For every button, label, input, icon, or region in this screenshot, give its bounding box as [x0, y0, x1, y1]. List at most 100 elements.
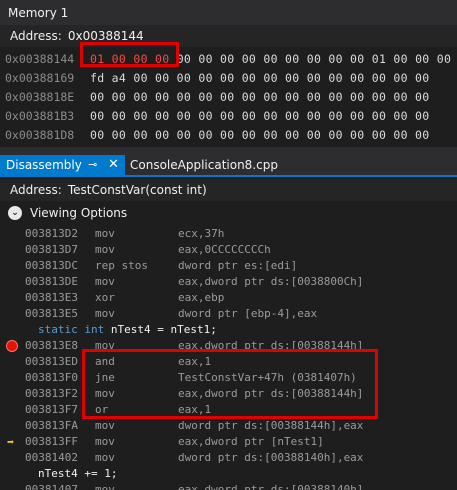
asm-opcode: mov: [95, 387, 115, 400]
close-icon[interactable]: ✕: [108, 155, 119, 175]
memory-row: 0x00388169 fd a4 00 00 00 00 00 00 00 00 …: [0, 69, 457, 88]
asm-address: 003813E3: [25, 291, 78, 304]
memory-title-label: Memory 1: [8, 6, 69, 20]
chevron-down-icon: ⌄: [8, 206, 22, 220]
memory-grid[interactable]: 0x00388144 01 00 00 00 00 00 00 00 00 00 …: [0, 47, 457, 147]
viewing-options-label: Viewing Options: [30, 206, 128, 220]
source-line: static int nTest4 = nTest1;: [0, 322, 457, 338]
asm-address: 003813F0: [25, 371, 78, 384]
asm-operands: eax,1: [178, 355, 212, 368]
asm-line: 003813DE mov eax,dword ptr ds:[0038800Ch]: [0, 274, 457, 290]
asm-address: 003813FF: [25, 435, 78, 448]
memory-row-address: 0x003881D8: [5, 128, 75, 142]
disassembly-code[interactable]: 003813D2 mov ecx,37h 003813D7 mov eax,0CCCCCC…: [0, 225, 457, 490]
source-code: nTest4 = nTest1;: [104, 323, 217, 336]
source-text: nTest4 += 1;: [38, 466, 117, 482]
asm-operands: TestConstVar+47h (0381407h): [178, 371, 357, 384]
asm-line: 00381407 mov eax,dword ptr ds:[00388140h]: [0, 482, 457, 490]
memory-row-bytes: fd a4 00 00 00 00 00 00 00 00 00 00 00 0…: [90, 69, 430, 88]
asm-operands: dword ptr ds:[00388140h],eax: [178, 451, 364, 464]
memory-row: 0x003881B3 00 00 00 00 00 00 00 00 00 00 …: [0, 107, 457, 126]
asm-opcode: mov: [95, 275, 115, 288]
asm-operands: dword ptr [ebp-4],eax: [178, 307, 318, 320]
asm-operands: dword ptr es:[edi]: [178, 259, 298, 272]
panel-splitter[interactable]: [0, 147, 457, 155]
memory-bytes-text: 00 00 00 00 00 00 00 00 00 00 00 00 00 0…: [90, 109, 430, 123]
memory-window-title: Memory 1: [0, 0, 457, 25]
asm-opcode: mov: [95, 435, 115, 448]
memory-row: 0x00388144 01 00 00 00 00 00 00 00 00 00 …: [0, 50, 457, 69]
disassembly-address-input[interactable]: TestConstVar(const int): [68, 183, 207, 197]
asm-line: 003813F0 jne TestConstVar+47h (0381407h): [0, 370, 457, 386]
asm-line: 003813E8 mov eax,dword ptr ds:[00388144h]: [0, 338, 457, 354]
asm-operands: ecx,37h: [178, 227, 225, 240]
memory-row-address: 0x00388144: [5, 52, 75, 66]
asm-address: 003813F2: [25, 387, 78, 400]
asm-line: 003813D2 mov ecx,37h: [0, 226, 457, 242]
instruction-pointer-icon[interactable]: ➡: [7, 434, 14, 450]
asm-operands: eax,dword ptr ds:[00388144h]: [178, 387, 364, 400]
asm-line: 003813DC rep stos dword ptr es:[edi]: [0, 258, 457, 274]
tab-disassembly[interactable]: Disassembly ⊸ ✕: [0, 155, 125, 175]
asm-opcode: mov: [95, 419, 115, 432]
memory-row-address: 0x00388169: [5, 71, 75, 85]
tab-disassembly-label: Disassembly: [6, 158, 82, 172]
asm-address: 00381402: [25, 451, 78, 464]
memory-row-bytes: 00 00 00 00 00 00 00 00 00 00 00 00 00 0…: [90, 126, 430, 145]
asm-opcode: rep stos: [95, 259, 148, 272]
document-tab-strip: Disassembly ⊸ ✕ ConsoleApplication8.cpp: [0, 155, 457, 177]
asm-line: 003813FF mov eax,dword ptr [nTest1] ➡: [0, 434, 457, 450]
asm-address: 00381407: [25, 483, 78, 490]
memory-row-bytes: 00 00 00 00 00 00 00 00 00 00 00 00 00 0…: [90, 107, 430, 126]
asm-address: 003813F7: [25, 403, 78, 416]
tab-source-file[interactable]: ConsoleApplication8.cpp: [130, 155, 278, 175]
memory-bytes-text: 00 00 00 00 00 00 00 00 00 00 00 00 00 0…: [90, 90, 430, 104]
asm-address: 003813D2: [25, 227, 78, 240]
asm-line: 003813E5 mov dword ptr [ebp-4],eax: [0, 306, 457, 322]
asm-operands: eax,dword ptr ds:[00388144h]: [178, 339, 364, 352]
asm-address: 003813D7: [25, 243, 78, 256]
viewing-options-toggle[interactable]: ⌄ Viewing Options: [0, 201, 457, 225]
asm-address: 003813E5: [25, 307, 78, 320]
asm-opcode: mov: [95, 339, 115, 352]
asm-operands: eax,ebp: [178, 291, 225, 304]
memory-row-bytes: 00 00 00 00 00 00 00 00 00 00 00 00 00 0…: [90, 88, 430, 107]
asm-line: 003813ED and eax,1: [0, 354, 457, 370]
source-keyword: static int: [38, 323, 105, 336]
memory-row-address: 0x0038818E: [5, 90, 75, 104]
asm-opcode: mov: [95, 227, 115, 240]
asm-operands: dword ptr ds:[00388144h],eax: [178, 419, 364, 432]
source-text: static int nTest4 = nTest1;: [38, 322, 217, 338]
asm-address: 003813DC: [25, 259, 78, 272]
asm-line: 003813E3 xor eax,ebp: [0, 290, 457, 306]
memory-changed-bytes: 01 00 00 00: [90, 52, 170, 66]
asm-line: 00381402 mov dword ptr ds:[00388140h],eax: [0, 450, 457, 466]
disassembly-address-label: Address:: [10, 183, 62, 197]
memory-row-address: 0x003881B3: [5, 109, 75, 123]
asm-opcode: xor: [95, 291, 115, 304]
source-line: nTest4 += 1;: [0, 466, 457, 482]
source-code: nTest4 += 1;: [38, 467, 118, 480]
asm-opcode: or: [95, 403, 109, 416]
asm-operands: eax,dword ptr [nTest1]: [178, 435, 324, 448]
asm-address: 003813ED: [25, 355, 78, 368]
asm-operands: eax,1: [178, 403, 212, 416]
memory-bytes-text: 00 00 00 00 00 00 00 00 00 00 00 00 00 0…: [90, 128, 430, 142]
asm-opcode: mov: [95, 483, 115, 490]
memory-row: 0x0038818E 00 00 00 00 00 00 00 00 00 00 …: [0, 88, 457, 107]
asm-address: 003813E8: [25, 339, 78, 352]
pin-icon[interactable]: ⊸: [88, 155, 97, 175]
asm-line: 003813F7 or eax,1: [0, 402, 457, 418]
memory-address-input[interactable]: 0x00388144: [68, 29, 144, 43]
memory-address-label: Address:: [10, 29, 62, 43]
asm-operands: eax,dword ptr ds:[00388140h]: [178, 483, 364, 490]
asm-opcode: mov: [95, 243, 115, 256]
memory-row: 0x003881D8 00 00 00 00 00 00 00 00 00 00 …: [0, 126, 457, 145]
asm-operands: eax,dword ptr ds:[0038800Ch]: [178, 275, 364, 288]
memory-bytes-text: 00 00 00 00 00 00 00 00 00 01 00 00 00 0…: [169, 52, 457, 66]
asm-line: 003813F2 mov eax,dword ptr ds:[00388144h]: [0, 386, 457, 402]
breakpoint-icon[interactable]: [6, 340, 18, 352]
asm-line: 003813D7 mov eax,0CCCCCCCCh: [0, 242, 457, 258]
asm-operands: eax,0CCCCCCCCh: [178, 243, 271, 256]
disassembly-address-bar: Address: TestConstVar(const int): [0, 179, 457, 201]
